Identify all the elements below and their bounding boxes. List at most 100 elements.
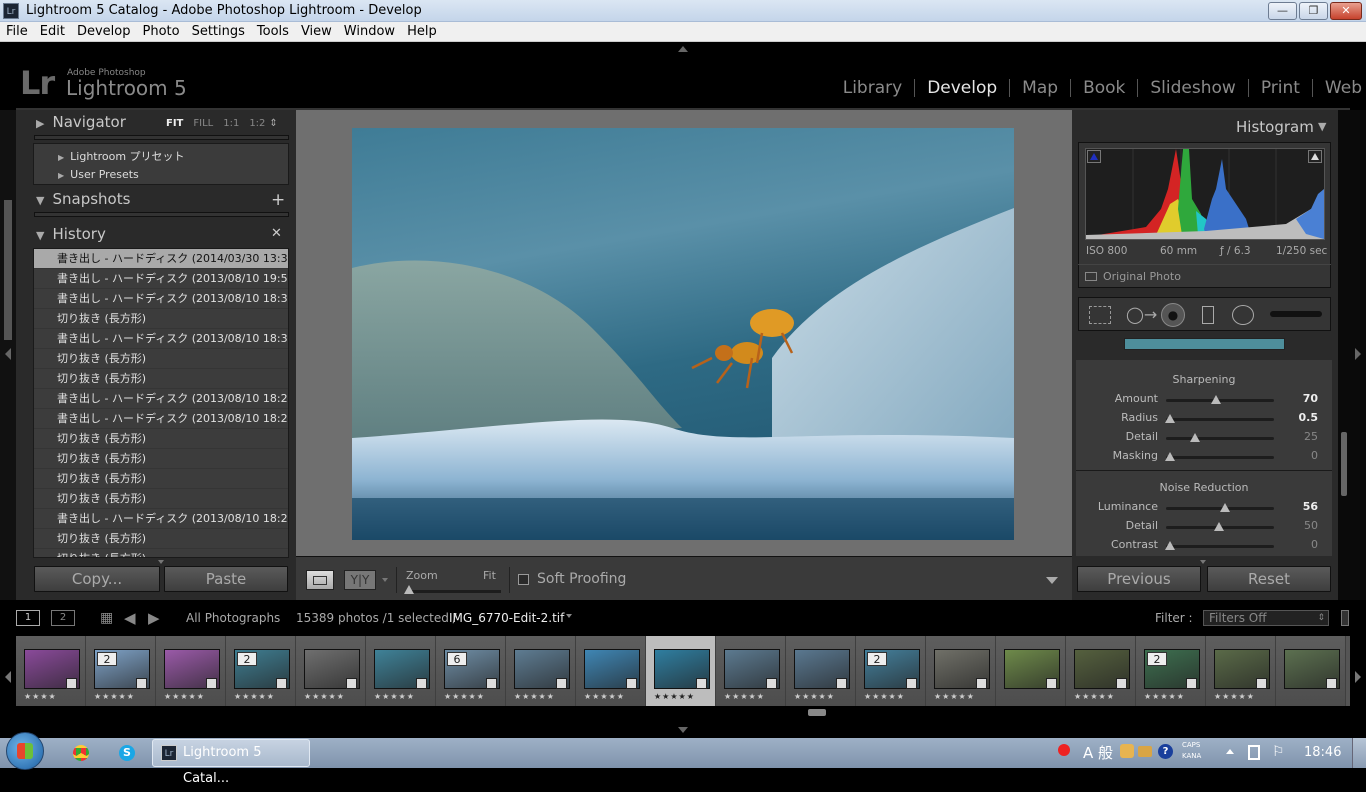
histogram-title[interactable]: Histogram (1236, 118, 1314, 136)
forward-arrow-icon[interactable]: ▶ (148, 609, 160, 627)
spot-removal-tool-icon[interactable]: ◯→ (1126, 305, 1157, 325)
module-slideshow[interactable]: Slideshow (1137, 79, 1247, 97)
copy-button[interactable]: Copy... (34, 566, 160, 592)
add-snapshot-icon[interactable]: + (271, 190, 285, 210)
slider-sharpening-amount[interactable]: Amount 70 (1076, 392, 1332, 410)
source-label[interactable]: All Photographs (186, 611, 280, 625)
filter-lock-toggle[interactable] (1341, 610, 1349, 626)
slider-value[interactable]: 56 (1303, 500, 1318, 513)
rating-stars[interactable]: ★★★★★ (374, 692, 415, 701)
soft-proofing-checkbox[interactable] (518, 574, 529, 585)
menu-view[interactable]: View (295, 22, 338, 41)
preset-folder[interactable]: ▶ Lightroom プリセット (58, 148, 185, 164)
zoom-slider-thumb[interactable] (404, 585, 414, 594)
rating-stars[interactable]: ★★★★★ (864, 692, 905, 701)
filmstrip-scrollbar[interactable] (808, 709, 826, 716)
history-item[interactable]: 書き出し - ハードディスク (2013/08/10 18:26:... (34, 409, 288, 429)
start-button[interactable] (6, 732, 44, 770)
crop-tool-icon[interactable] (1089, 306, 1111, 324)
resize-handle-icon[interactable] (158, 560, 164, 564)
filmstrip-thumbnail[interactable]: ★★★★★ (926, 636, 996, 706)
module-book[interactable]: Book (1070, 79, 1137, 97)
history-item[interactable]: 切り抜き (長方形) (34, 469, 288, 489)
history-item[interactable]: 切り抜き (長方形) (34, 529, 288, 549)
history-item[interactable]: 切り抜き (長方形) (34, 309, 288, 329)
ime-toolbox-icon[interactable] (1138, 746, 1152, 757)
slider-value[interactable]: 0.5 (1299, 411, 1319, 424)
filmstrip-thumbnail[interactable]: 2 ★★★★★ (226, 636, 296, 706)
grid-view-icon[interactable]: ▦ (100, 611, 114, 625)
slider-thumb[interactable] (1165, 452, 1175, 461)
power-icon[interactable] (1248, 745, 1260, 760)
rating-stars[interactable]: ★★★★★ (444, 692, 485, 701)
history-item[interactable]: 切り抜き (長方形) (34, 489, 288, 509)
zoom-fill[interactable]: FILL (193, 118, 213, 129)
radial-filter-icon[interactable] (1232, 305, 1254, 325)
rating-stars[interactable]: ★★★★★ (794, 692, 835, 701)
slider-noise_reduction-contrast[interactable]: Contrast 0 (1076, 538, 1332, 556)
clock[interactable]: 18:46 (1304, 745, 1341, 760)
slider-thumb[interactable] (1214, 522, 1224, 531)
collapse-icon[interactable]: ▼ (1318, 120, 1326, 133)
slider-value[interactable]: 0 (1311, 538, 1318, 551)
slider-sharpening-radius[interactable]: Radius 0.5 (1076, 411, 1332, 429)
zoom-fit[interactable]: FIT (166, 118, 183, 129)
rating-stars[interactable]: ★★★★★ (164, 692, 205, 701)
menu-photo[interactable]: Photo (136, 22, 185, 41)
paste-button[interactable]: Paste (164, 566, 288, 592)
rating-stars[interactable]: ★★★★★ (1144, 692, 1185, 701)
history-item[interactable]: 書き出し - ハードディスク (2013/08/10 18:28:... (34, 389, 288, 409)
graduated-filter-icon[interactable] (1202, 306, 1214, 324)
filmstrip-thumbnail[interactable]: ★★★★★ (506, 636, 576, 706)
menu-window[interactable]: Window (338, 22, 401, 41)
minimize-button[interactable]: — (1268, 2, 1297, 20)
menu-tools[interactable]: Tools (251, 22, 295, 41)
filmstrip-thumbnail[interactable]: ★★★★★ (296, 636, 366, 706)
slider-value[interactable]: 0 (1311, 449, 1318, 462)
filename-dropdown-icon[interactable] (566, 614, 572, 618)
rating-stars[interactable]: ★★★★★ (94, 692, 135, 701)
slider-track[interactable] (1166, 503, 1274, 512)
filmstrip-thumbnail[interactable]: 2 ★★★★★ (1136, 636, 1206, 706)
slider-value[interactable]: 50 (1304, 519, 1318, 532)
module-web[interactable]: Web (1311, 79, 1366, 97)
filter-dropdown[interactable]: Filters Off ⇕ (1203, 610, 1329, 626)
module-library[interactable]: Library (831, 79, 914, 97)
rating-stars[interactable]: ★★★★★ (1214, 692, 1255, 701)
skype-icon[interactable]: S (119, 745, 135, 761)
rating-stars[interactable]: ★★★★★ (584, 692, 625, 701)
history-item[interactable]: 書き出し - ハードディスク (2013/08/10 18:31:... (34, 329, 288, 349)
filmstrip-thumbnail[interactable]: ★★★★ (16, 636, 86, 706)
red-eye-tool-icon[interactable]: ● (1161, 303, 1185, 327)
menu-edit[interactable]: Edit (34, 22, 71, 41)
rating-stars[interactable]: ★★★★★ (514, 692, 555, 701)
collapse-left-icon[interactable] (5, 348, 11, 360)
filmstrip-thumbnail[interactable] (1276, 636, 1346, 706)
history-item[interactable]: 切り抜き (長方形) (34, 369, 288, 389)
before-after-dropdown-icon[interactable] (382, 578, 388, 582)
module-develop[interactable]: Develop (914, 79, 1009, 97)
filmstrip-thumbnail[interactable]: ★★★★★ (576, 636, 646, 706)
slider-thumb[interactable] (1165, 541, 1175, 550)
slider-track[interactable] (1165, 541, 1274, 550)
preset-folder[interactable]: ▶ User Presets (58, 168, 139, 181)
action-center-icon[interactable]: ⚐ (1272, 744, 1285, 760)
filmstrip-thumbnail[interactable]: ★★★★★ (1066, 636, 1136, 706)
filmstrip-thumbnail[interactable]: ★★★★★ (1206, 636, 1276, 706)
adjustment-brush-icon[interactable] (1270, 311, 1322, 317)
slider-thumb[interactable] (1211, 395, 1222, 404)
filmstrip-thumbnail[interactable]: 2 ★★★★★ (856, 636, 926, 706)
filmstrip-thumbnail[interactable]: ★★★★★ (716, 636, 786, 706)
show-hidden-icons[interactable] (1226, 749, 1234, 754)
histogram-graph[interactable] (1085, 148, 1325, 240)
close-button[interactable]: ✕ (1330, 2, 1362, 20)
slider-track[interactable] (1165, 414, 1274, 423)
primary-window-button[interactable]: 1 (16, 610, 40, 626)
slider-value[interactable]: 70 (1303, 392, 1318, 405)
slider-noise_reduction-luminance[interactable]: Luminance 56 (1076, 500, 1332, 518)
taskbar-lightroom[interactable]: Lr Lightroom 5 Catal... (152, 739, 310, 786)
rating-stars[interactable]: ★★★★★ (304, 692, 345, 701)
history-item[interactable]: 切り抜き (長方形) (34, 449, 288, 469)
filmstrip-thumbnail[interactable]: ★★★★★ (786, 636, 856, 706)
zoom-stepper-icon[interactable]: ⇕ (269, 118, 277, 129)
